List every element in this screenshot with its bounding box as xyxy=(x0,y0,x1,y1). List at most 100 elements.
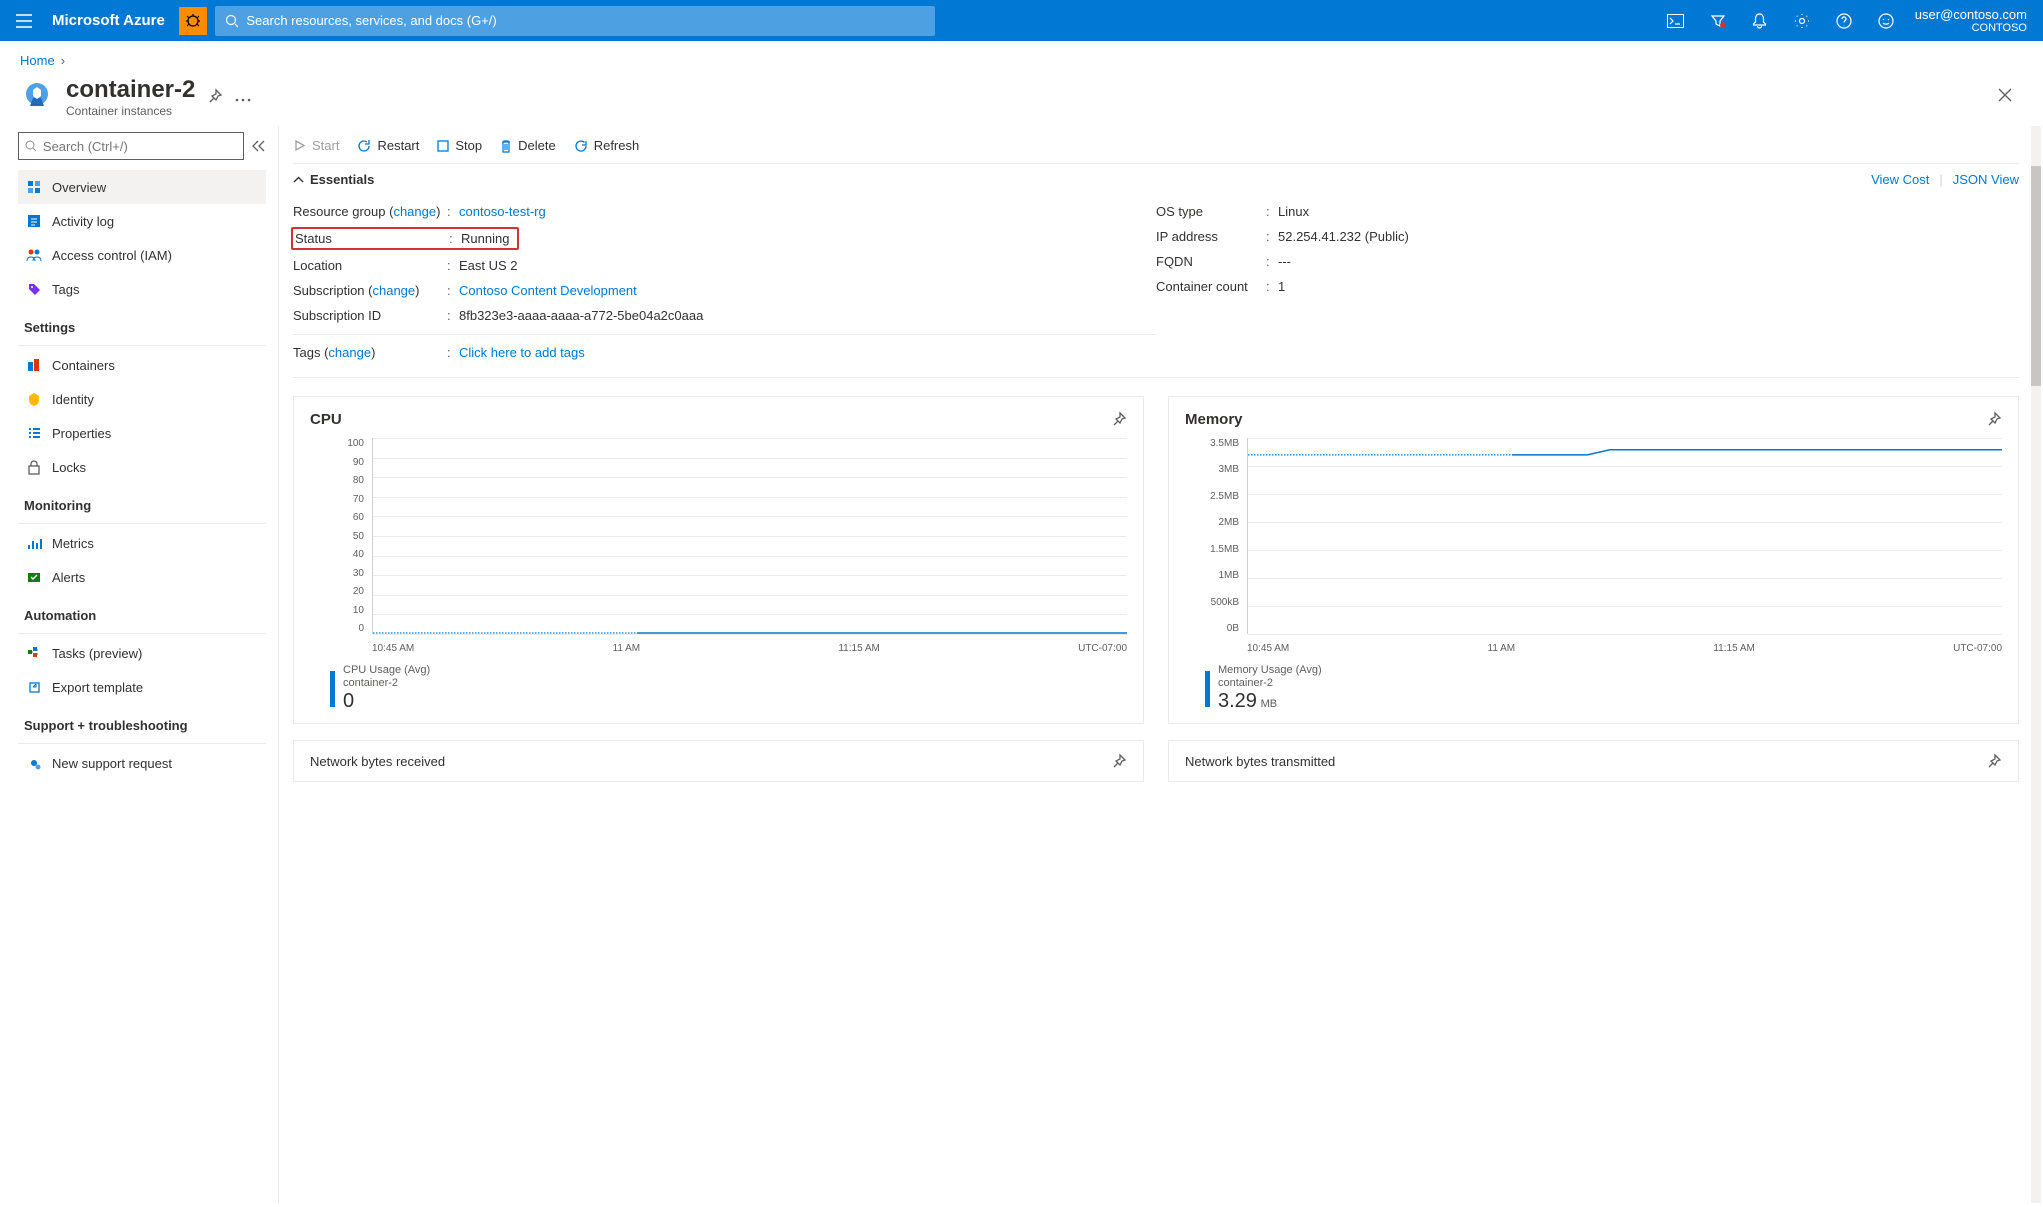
pin-icon xyxy=(1986,411,2002,427)
sidebar-item-new-support-request[interactable]: New support request xyxy=(18,746,266,780)
pin-icon xyxy=(1111,411,1127,427)
stop-button[interactable]: Stop xyxy=(437,138,482,153)
resource-group-link[interactable]: contoso-test-rg xyxy=(459,204,546,219)
alerts-icon xyxy=(24,571,44,584)
delete-button[interactable]: Delete xyxy=(500,138,556,153)
cpu-chart[interactable]: 1009080706050403020100 10:45 AM11 AM11:1… xyxy=(310,438,1127,658)
restart-button[interactable]: Restart xyxy=(357,138,419,153)
cpu-chart-card: CPU 1009080706050403020100 10:45 AM11 AM… xyxy=(293,396,1144,724)
delete-icon xyxy=(500,139,512,153)
global-search-input[interactable] xyxy=(246,13,924,28)
json-view-link[interactable]: JSON View xyxy=(1953,172,2019,187)
global-search[interactable] xyxy=(215,6,935,36)
legend-color-swatch xyxy=(330,671,335,707)
change-sub-link[interactable]: change xyxy=(372,283,415,298)
sidebar-heading-support: Support + troubleshooting xyxy=(18,704,266,739)
tenant-name: CONTOSO xyxy=(1915,22,2027,34)
breadcrumb: Home › xyxy=(0,41,2043,72)
pin-icon xyxy=(1986,753,2002,769)
identity-icon xyxy=(24,392,44,407)
essentials-grid: Resource group (change):contoso-test-rg … xyxy=(293,195,2019,378)
locks-icon xyxy=(24,460,44,475)
properties-icon xyxy=(24,426,44,441)
scrollbar-thumb[interactable] xyxy=(2031,166,2041,386)
command-bar: Start Restart Stop Delete Refresh xyxy=(293,134,2019,164)
subscription-id-value: 8fb323e3-aaaa-aaaa-a772-5be04a2c0aaa xyxy=(459,308,703,323)
search-icon xyxy=(25,140,37,153)
subscription-link[interactable]: Contoso Content Development xyxy=(459,283,637,298)
cloud-shell-icon xyxy=(1667,14,1684,28)
os-type-value: Linux xyxy=(1278,204,1309,219)
sidebar-item-tasks[interactable]: Tasks (preview) xyxy=(18,636,266,670)
network-tx-card[interactable]: Network bytes transmitted xyxy=(1168,740,2019,782)
more-button[interactable] xyxy=(235,90,251,105)
chevron-up-icon xyxy=(293,176,304,183)
sidebar-item-tags[interactable]: Tags xyxy=(18,272,266,306)
pin-button[interactable] xyxy=(207,88,223,107)
user-account[interactable]: user@contoso.com CONTOSO xyxy=(1907,7,2043,34)
activity-log-icon xyxy=(24,214,44,229)
sidebar-item-containers[interactable]: Containers xyxy=(18,348,266,382)
sidebar-item-export-template[interactable]: Export template xyxy=(18,670,266,704)
refresh-button[interactable]: Refresh xyxy=(574,138,640,153)
containers-icon xyxy=(24,358,44,373)
sidebar-search-input[interactable] xyxy=(43,139,237,154)
settings-button[interactable] xyxy=(1781,0,1823,41)
memory-chart-title: Memory xyxy=(1185,411,2002,428)
tasks-icon xyxy=(24,646,44,661)
network-rx-card[interactable]: Network bytes received xyxy=(293,740,1144,782)
content-pane: Start Restart Stop Delete Refresh Essent… xyxy=(278,126,2043,1203)
stop-icon xyxy=(437,140,449,152)
menu-toggle[interactable] xyxy=(0,0,48,41)
cloud-shell-button[interactable] xyxy=(1655,0,1697,41)
change-tags-link[interactable]: change xyxy=(328,345,371,360)
page-title: container-2 xyxy=(66,76,195,104)
directory-filter-button[interactable] xyxy=(1697,0,1739,41)
resource-header: container-2 Container instances xyxy=(0,72,2043,126)
sidebar-item-iam[interactable]: Access control (IAM) xyxy=(18,238,266,272)
pin-memory-chart-button[interactable] xyxy=(1986,411,2002,430)
hamburger-icon xyxy=(16,14,32,28)
top-icons: user@contoso.com CONTOSO xyxy=(1655,0,2043,41)
pin-icon xyxy=(1111,753,1127,769)
chevron-double-left-icon xyxy=(252,140,266,152)
sidebar-item-properties[interactable]: Properties xyxy=(18,416,266,450)
bug-icon xyxy=(185,13,201,29)
export-icon xyxy=(24,680,44,695)
refresh-icon xyxy=(574,139,588,153)
help-button[interactable] xyxy=(1823,0,1865,41)
add-tags-link[interactable]: Click here to add tags xyxy=(459,345,585,360)
close-icon xyxy=(1997,87,2013,103)
notifications-button[interactable] xyxy=(1739,0,1781,41)
status-label: Status xyxy=(295,231,449,246)
feedback-button[interactable] xyxy=(1865,0,1907,41)
legend-color-swatch xyxy=(1205,671,1210,707)
pin-cpu-chart-button[interactable] xyxy=(1111,411,1127,430)
start-button[interactable]: Start xyxy=(293,138,339,153)
play-icon xyxy=(293,139,306,152)
sidebar-item-locks[interactable]: Locks xyxy=(18,450,266,484)
sidebar-item-overview[interactable]: Overview xyxy=(18,170,266,204)
breadcrumb-home[interactable]: Home xyxy=(20,53,55,68)
location-value: East US 2 xyxy=(459,258,518,273)
feedback-icon xyxy=(1878,13,1894,29)
sidebar-item-identity[interactable]: Identity xyxy=(18,382,266,416)
memory-chart-card: Memory 3.5MB3MB2.5MB2MB1.5MB1MB500kB0B 1… xyxy=(1168,396,2019,724)
bell-icon xyxy=(1752,13,1767,29)
sidebar-item-activity-log[interactable]: Activity log xyxy=(18,204,266,238)
brand-label[interactable]: Microsoft Azure xyxy=(48,12,179,29)
view-cost-link[interactable]: View Cost xyxy=(1871,172,1929,187)
essentials-toggle[interactable]: Essentials xyxy=(293,172,374,187)
help-icon xyxy=(1836,13,1852,29)
sidebar-item-metrics[interactable]: Metrics xyxy=(18,526,266,560)
sidebar-heading-automation: Automation xyxy=(18,594,266,629)
user-email: user@contoso.com xyxy=(1915,7,2027,22)
container-count-value: 1 xyxy=(1278,279,1285,294)
memory-chart[interactable]: 3.5MB3MB2.5MB2MB1.5MB1MB500kB0B 10:45 AM… xyxy=(1185,438,2002,658)
collapse-sidebar-button[interactable] xyxy=(252,140,266,163)
close-button[interactable] xyxy=(1997,87,2023,108)
sidebar-item-alerts[interactable]: Alerts xyxy=(18,560,266,594)
sidebar-search[interactable] xyxy=(18,132,244,160)
change-rg-link[interactable]: change xyxy=(393,204,436,219)
preview-badge[interactable] xyxy=(179,7,207,35)
